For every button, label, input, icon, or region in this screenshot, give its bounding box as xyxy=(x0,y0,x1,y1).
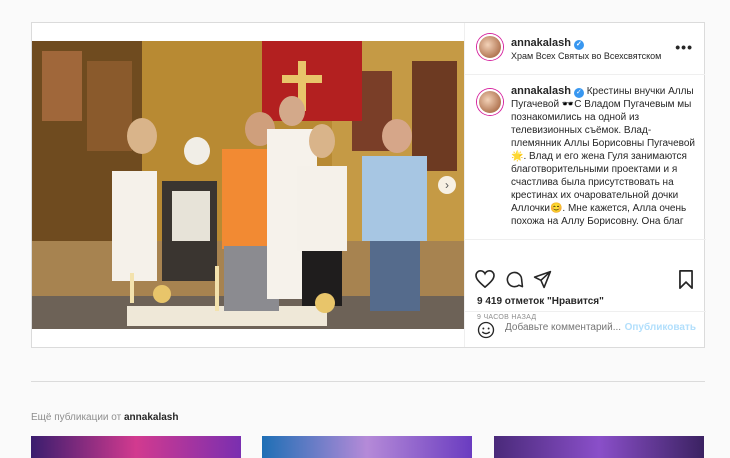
emoji-icon[interactable] xyxy=(477,321,495,339)
like-heart-icon[interactable] xyxy=(475,270,495,288)
next-photo-button[interactable]: › xyxy=(438,176,456,194)
comment-input[interactable] xyxy=(505,322,629,333)
caption-verified-badge-icon: ✓ xyxy=(573,88,584,98)
caption-body: annakalash ✓ Крестины внучки Аллы Пугачев… xyxy=(477,85,699,228)
comment-bar: Опубликовать xyxy=(465,311,706,347)
verified-badge-icon: ✓ xyxy=(573,40,584,50)
more-options-icon[interactable]: ••• xyxy=(675,39,693,55)
more-post-thumbnail-2[interactable] xyxy=(262,436,472,458)
caption: annakalash ✓ Крестины внучки Аллы Пугачев… xyxy=(477,85,699,235)
post-photo[interactable]: › xyxy=(32,41,464,329)
post-card: › annakalash ✓ Храм Всех Святых во Всехсв… xyxy=(31,22,706,348)
comment-icon[interactable] xyxy=(505,270,524,289)
caption-username-link[interactable]: annakalash xyxy=(511,85,571,97)
username-link[interactable]: annakalash ✓ xyxy=(511,37,584,50)
more-post-thumbnail-3[interactable] xyxy=(494,436,704,458)
more-post-thumbnail-1[interactable] xyxy=(31,436,241,458)
more-posts-username-link[interactable]: annakalash xyxy=(124,412,178,423)
action-bar: 9 419 отметок "Нравится" 9 ЧАСОВ НАЗАД xyxy=(465,239,706,321)
publish-button[interactable]: Опубликовать xyxy=(625,322,696,333)
save-bookmark-icon[interactable] xyxy=(678,270,694,289)
avatar[interactable] xyxy=(477,34,503,60)
post-sidebar: annakalash ✓ Храм Всех Святых во Всехсвят… xyxy=(464,23,706,347)
username-text: annakalash xyxy=(511,37,571,49)
post-header: annakalash ✓ Храм Всех Святых во Всехсвят… xyxy=(465,23,705,75)
more-posts-prefix: Ещё публикации от xyxy=(31,412,124,423)
location-link[interactable]: Храм Всех Святых во Всехсвятском xyxy=(511,51,661,61)
share-send-icon[interactable] xyxy=(533,270,552,289)
more-posts-title: Ещё публикации от annakalash xyxy=(31,412,178,423)
caption-text: Крестины внучки Аллы Пугачевой 🕶️С Владо… xyxy=(511,86,696,227)
section-divider xyxy=(31,381,705,382)
likes-count[interactable]: 9 419 отметок "Нравится" xyxy=(477,296,604,307)
baptism-photo-illustration xyxy=(32,41,464,329)
